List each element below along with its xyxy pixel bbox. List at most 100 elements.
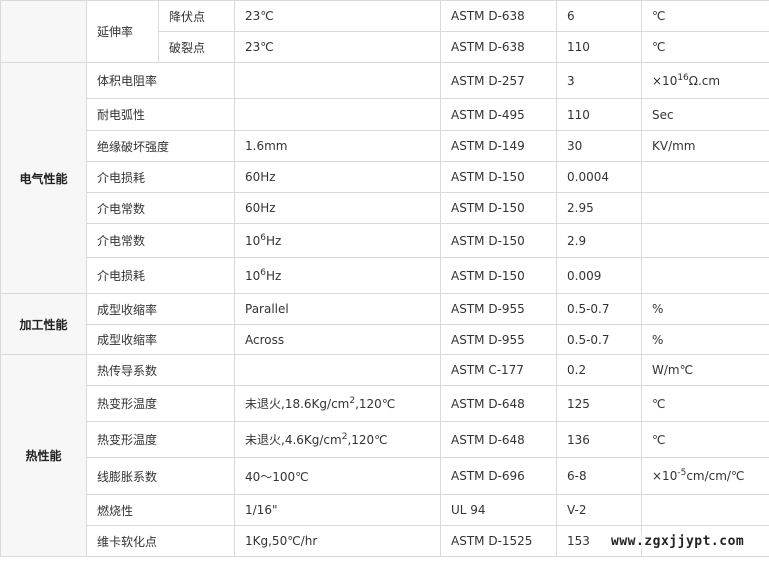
test-value: 0.2	[556, 354, 642, 386]
test-unit: ℃	[641, 421, 769, 458]
test-method: ASTM D-955	[440, 293, 557, 325]
test-condition: 23℃	[234, 31, 441, 63]
table-row: 热性能 热传导系数 ASTM C-177 0.2 W/m℃	[0, 354, 769, 557]
test-condition: 未退火,4.6Kg/cm2,120℃	[234, 421, 441, 458]
test-condition: 40～100℃	[234, 457, 441, 495]
test-unit: %	[641, 293, 769, 325]
test-method: ASTM D-638	[440, 0, 557, 32]
test-method: ASTM D-150	[440, 223, 557, 258]
test-condition	[234, 62, 441, 99]
test-method: ASTM D-955	[440, 324, 557, 355]
test-value: 0.5-0.7	[556, 324, 642, 355]
test-condition: 1/16"	[234, 494, 441, 526]
category-processing: 加工性能	[0, 293, 87, 355]
test-value: 110	[556, 98, 642, 131]
test-unit	[641, 192, 769, 224]
test-method: ASTM D-648	[440, 385, 557, 422]
test-value: 2.9	[556, 223, 642, 258]
test-condition: Parallel	[234, 293, 441, 325]
test-unit	[641, 161, 769, 193]
test-method: ASTM D-648	[440, 421, 557, 458]
test-value: V-2	[556, 494, 642, 526]
sub-property: 破裂点	[158, 31, 235, 63]
property-name: 介电常数	[86, 192, 235, 224]
property-name: 维卡软化点	[86, 525, 235, 557]
table-row: 加工性能 成型收缩率 Parallel ASTM D-955 0.5-0.7 %	[0, 293, 769, 355]
test-unit	[641, 223, 769, 258]
test-condition: 106Hz	[234, 257, 441, 294]
test-method: ASTM D-149	[440, 130, 557, 162]
property-name: 线膨胀系数	[86, 457, 235, 495]
test-condition: 未退火,18.6Kg/cm2,120℃	[234, 385, 441, 422]
test-unit: W/m℃	[641, 354, 769, 386]
test-method: ASTM D-150	[440, 161, 557, 193]
test-method: ASTM D-696	[440, 457, 557, 495]
table-row: 介电常数 60Hz ASTM D-150 2.95	[1, 192, 769, 224]
test-condition: 1Kg,50℃/hr	[234, 525, 441, 557]
test-condition: 1.6mm	[234, 130, 441, 162]
table-row: 热变形温度 未退火,18.6Kg/cm2,120℃ ASTM D-648 125…	[1, 385, 769, 422]
category-electrical: 电气性能	[0, 62, 87, 294]
table-row: 介电常数 106Hz ASTM D-150 2.9	[1, 223, 769, 258]
test-method: ASTM D-495	[440, 98, 557, 131]
property-name: 介电常数	[86, 223, 235, 258]
test-unit: ℃	[641, 0, 769, 32]
spec-table: 延伸率 降伏点 23℃ ASTM D-638 6 ℃ 破裂点 23℃ ASTM …	[0, 0, 769, 557]
test-unit	[641, 257, 769, 294]
table-row: 介电损耗 60Hz ASTM D-150 0.0004	[1, 161, 769, 193]
test-condition: 60Hz	[234, 192, 441, 224]
property-name: 介电损耗	[86, 161, 235, 193]
test-method: ASTM D-638	[440, 31, 557, 63]
test-value: 2.95	[556, 192, 642, 224]
test-condition: Across	[234, 324, 441, 355]
test-value: 125	[556, 385, 642, 422]
test-method: ASTM D-150	[440, 257, 557, 294]
test-unit: ×10-5cm/cm/℃	[641, 457, 769, 495]
property-name: 成型收缩率	[86, 293, 235, 325]
test-value: 110	[556, 31, 642, 63]
test-unit: ×1016Ω.cm	[641, 62, 769, 99]
property-name: 介电损耗	[86, 257, 235, 294]
test-condition: 106Hz	[234, 223, 441, 258]
test-condition: 60Hz	[234, 161, 441, 193]
table-row: 耐电弧性 ASTM D-495 110 Sec	[1, 98, 769, 131]
test-method: ASTM D-150	[440, 192, 557, 224]
test-unit: ℃	[641, 385, 769, 422]
test-value: 0.0004	[556, 161, 642, 193]
property-name: 热变形温度	[86, 421, 235, 458]
test-value: 6	[556, 0, 642, 32]
test-condition: 23℃	[234, 0, 441, 32]
test-method: UL 94	[440, 494, 557, 526]
test-method: ASTM C-177	[440, 354, 557, 386]
watermark-text: www.zgxjjypt.com	[611, 534, 745, 549]
test-value: 0.009	[556, 257, 642, 294]
table-row: 热变形温度 未退火,4.6Kg/cm2,120℃ ASTM D-648 136 …	[1, 421, 769, 458]
test-unit: ℃	[641, 31, 769, 63]
table-row: 燃烧性 1/16" UL 94 V-2	[1, 494, 769, 526]
test-value: 6-8	[556, 457, 642, 495]
test-value: 3	[556, 62, 642, 99]
test-value: 0.5-0.7	[556, 293, 642, 325]
test-unit: Sec	[641, 98, 769, 131]
category-thermal: 热性能	[0, 354, 87, 557]
test-condition	[234, 354, 441, 386]
property-name: 热传导系数	[86, 354, 235, 386]
test-value: 136	[556, 421, 642, 458]
test-method: ASTM D-257	[440, 62, 557, 99]
sub-property: 降伏点	[158, 0, 235, 32]
test-condition	[234, 98, 441, 131]
test-method: ASTM D-1525	[440, 525, 557, 557]
property-name: 耐电弧性	[86, 98, 235, 131]
property-name: 延伸率	[86, 0, 159, 63]
property-name: 绝缘破坏强度	[86, 130, 235, 162]
property-name: 热变形温度	[86, 385, 235, 422]
table-row: 电气性能 体积电阻率 ASTM D-257 3 ×1016Ω.cm	[0, 62, 769, 294]
table-row: 延伸率 降伏点 23℃ ASTM D-638 6 ℃	[0, 0, 769, 63]
category-cell-mechanical	[0, 0, 87, 63]
property-name: 体积电阻率	[86, 62, 235, 99]
test-unit: KV/mm	[641, 130, 769, 162]
property-name: 燃烧性	[86, 494, 235, 526]
test-value: 30	[556, 130, 642, 162]
test-unit: %	[641, 324, 769, 355]
table-row: 绝缘破坏强度 1.6mm ASTM D-149 30 KV/mm	[1, 130, 769, 162]
